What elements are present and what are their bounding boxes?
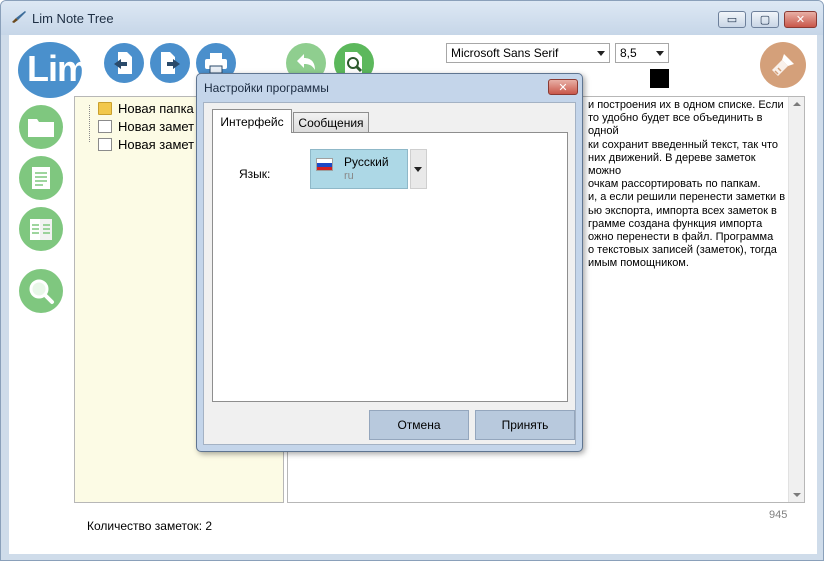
tree-item-label: Новая замет <box>118 136 195 152</box>
notes-icon <box>30 219 52 240</box>
print-icon <box>205 53 227 74</box>
tree-item-folder[interactable]: Новая папка <box>98 100 194 116</box>
search-icon <box>29 279 54 304</box>
apply-label: Принять <box>501 418 549 432</box>
note-icon <box>32 167 50 189</box>
note-text: и построения их в одном списке. Если то … <box>588 99 788 271</box>
russia-flag-icon <box>316 158 333 171</box>
note-line: о текстовых записей (заметок), тогда <box>588 244 777 257</box>
note-line: очкам рассортировать по папкам. <box>588 178 761 191</box>
chevron-down-icon <box>414 167 422 172</box>
scroll-up-icon[interactable] <box>793 102 801 106</box>
close-icon: ✕ <box>558 80 568 94</box>
export-icon <box>161 52 180 74</box>
export-button[interactable] <box>150 43 190 83</box>
note-line: то удобно будет все объединить в одной <box>588 112 763 138</box>
language-label: Язык: <box>239 167 271 181</box>
logo-text: Lim <box>27 48 89 89</box>
language-dropdown-button[interactable] <box>410 149 427 189</box>
note-line: ожно перенести в файл. Программа <box>588 231 774 244</box>
tree-item-label: Новая папка <box>118 100 194 116</box>
note-line: ью экспорта, импорта всех заметок в <box>588 204 777 217</box>
tree-item-note[interactable]: Новая замет <box>98 118 194 134</box>
chevron-down-icon <box>597 51 605 56</box>
cancel-label: Отмена <box>397 418 441 432</box>
scroll-down-icon[interactable] <box>793 493 801 497</box>
note-line: и построения их в одном списке. Если <box>588 99 784 111</box>
language-select[interactable]: Русский ru <box>310 149 408 189</box>
language-code: ru <box>344 170 354 182</box>
language-name: Русский <box>344 155 389 169</box>
apply-button[interactable]: Принять <box>475 410 575 440</box>
app-logo: Lim <box>18 42 89 98</box>
note-line: ки сохранит введенный текст, так что <box>588 138 778 151</box>
note-line: грамме создана функция импорта <box>588 217 763 230</box>
cancel-button[interactable]: Отмена <box>369 410 469 440</box>
search-button[interactable] <box>19 269 63 313</box>
close-button[interactable]: ✕ <box>784 11 817 28</box>
font-size-value: 8,5 <box>620 46 637 60</box>
note-count-status: Количество заметок: 2 <box>87 519 213 533</box>
tab-label: Интерфейс <box>220 114 284 129</box>
tree-lines <box>89 105 97 142</box>
char-count: 945 <box>769 509 788 521</box>
maximize-icon: ▢ <box>759 13 771 26</box>
note-line: имым помощником. <box>588 257 689 270</box>
tree-item-note[interactable]: Новая замет <box>98 136 194 152</box>
font-size-select[interactable]: 8,5 <box>615 43 669 63</box>
brush-icon <box>772 54 794 76</box>
minimize-button[interactable]: ▭ <box>718 11 746 28</box>
title-bar: Lim Note Tree ▭ ▢ ✕ <box>1 1 823 35</box>
close-icon: ✕ <box>795 13 806 26</box>
folder-icon <box>28 119 54 137</box>
new-note-button[interactable] <box>19 156 63 200</box>
font-family-select[interactable]: Microsoft Sans Serif <box>446 43 610 63</box>
dialog-title: Настройки программы <box>204 81 329 95</box>
notes-list-button[interactable] <box>19 207 63 251</box>
text-color-swatch[interactable] <box>650 69 669 88</box>
tab-label: Сообщения <box>298 115 364 130</box>
maximize-button[interactable]: ▢ <box>751 11 779 28</box>
note-line: и, а если решили перенести заметки в <box>588 191 786 204</box>
folder-icon <box>98 101 112 115</box>
minimize-icon: ▭ <box>726 13 738 26</box>
note-icon <box>98 119 112 133</box>
settings-dialog: Настройки программы ✕ Интерфейс Сообщени… <box>196 73 583 452</box>
import-icon <box>114 52 132 74</box>
undo-icon <box>297 54 315 70</box>
format-brush-button[interactable] <box>760 42 806 88</box>
tree-item-label: Новая замет <box>118 118 195 134</box>
editor-scrollbar[interactable] <box>788 97 804 502</box>
note-icon <box>98 137 112 151</box>
tab-page-interface: Язык: Русский ru <box>212 132 568 402</box>
font-family-value: Microsoft Sans Serif <box>451 46 559 60</box>
main-window: Lim Note Tree ▭ ▢ ✕ Lim Microsoft Sans S… <box>0 0 824 561</box>
window-title: Lim Note Tree <box>32 11 114 26</box>
dialog-body: Интерфейс Сообщения Язык: Русский ru Отм… <box>203 102 576 445</box>
tab-interface[interactable]: Интерфейс <box>212 109 292 133</box>
note-line: них движений. В дереве заметок можно <box>588 151 756 178</box>
new-folder-button[interactable] <box>19 105 63 149</box>
chevron-down-icon <box>656 51 664 56</box>
import-button[interactable] <box>104 43 144 83</box>
app-brush-icon <box>12 11 26 23</box>
dialog-close-button[interactable]: ✕ <box>548 79 578 95</box>
tab-messages[interactable]: Сообщения <box>293 112 369 132</box>
